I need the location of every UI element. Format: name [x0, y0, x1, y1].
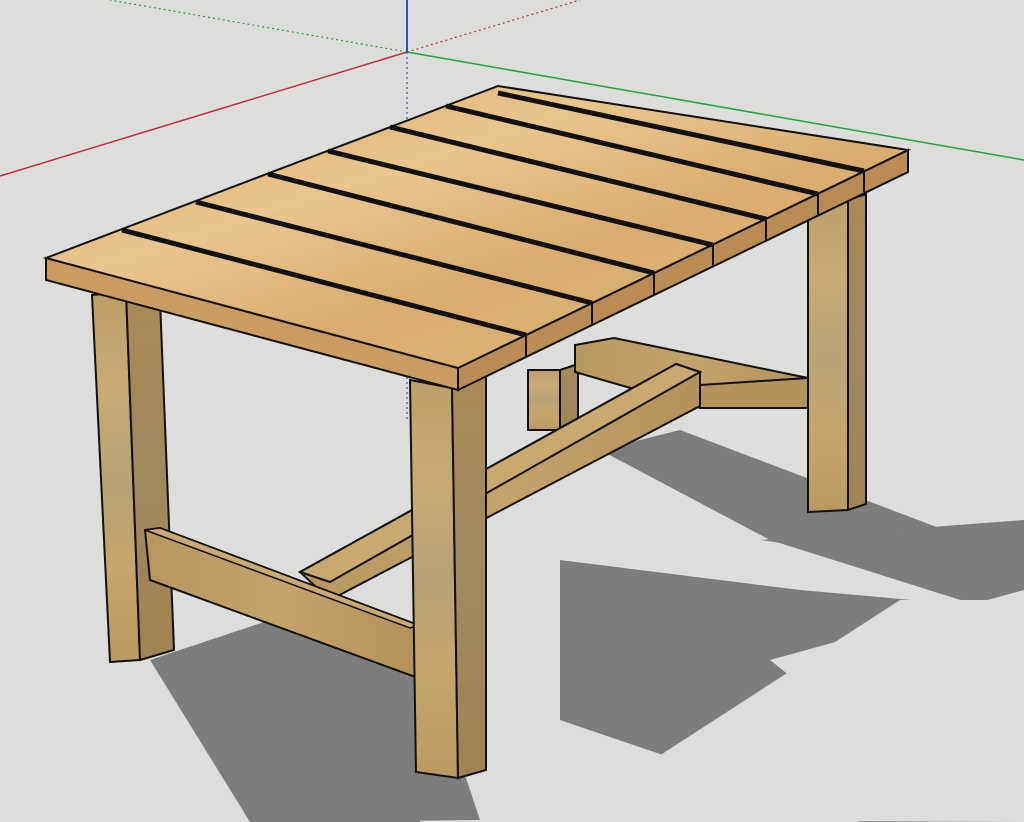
tabletop[interactable]	[42, 84, 912, 392]
viewport-canvas[interactable]	[0, 0, 1024, 822]
front-left-leg[interactable]	[90, 290, 176, 664]
center-stretcher[interactable]	[297, 362, 703, 602]
back-right-leg[interactable]	[807, 192, 867, 514]
back-left-leg[interactable]	[527, 362, 579, 432]
x-axis-dotted-line	[406, 0, 581, 53]
modeling-viewport[interactable]	[0, 0, 1024, 822]
front-right-leg[interactable]	[408, 374, 487, 780]
y-axis-dotted-line	[109, 0, 408, 53]
